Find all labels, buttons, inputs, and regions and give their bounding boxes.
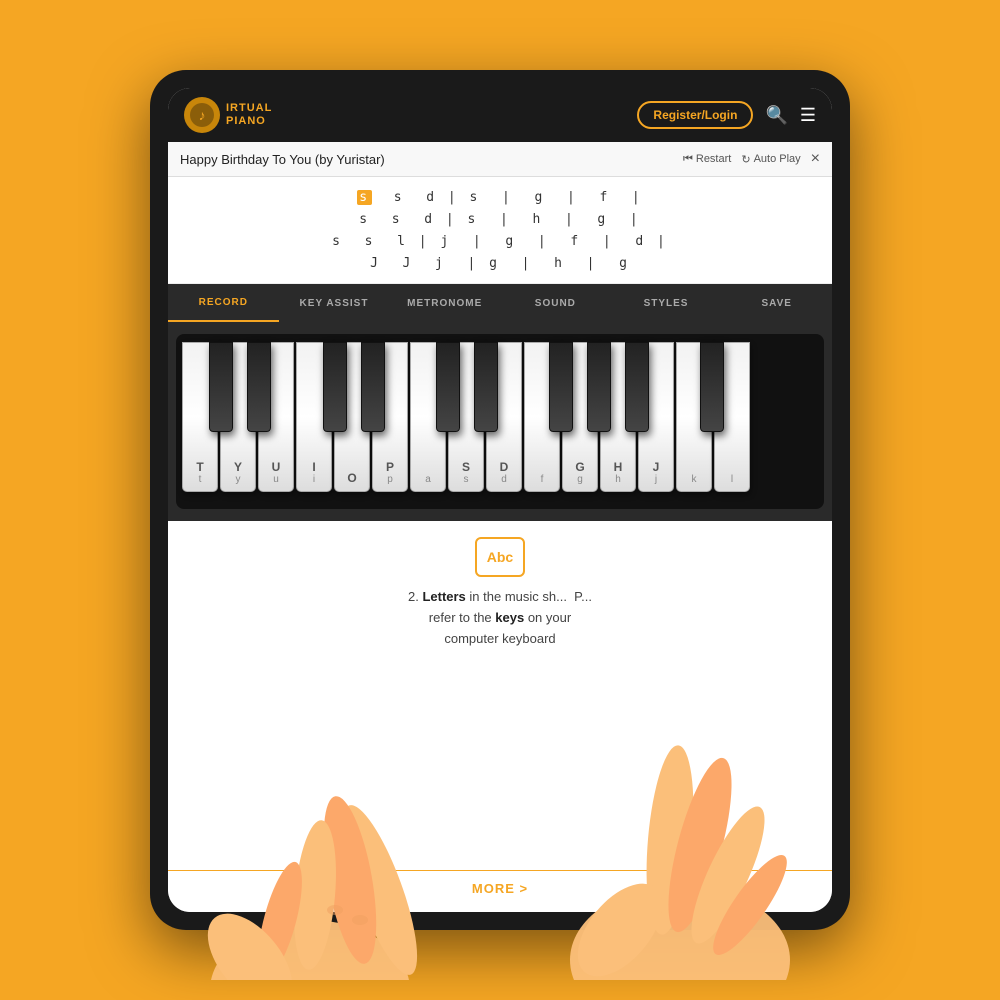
- register-login-button[interactable]: Register/Login: [637, 101, 753, 129]
- piano-key-T[interactable]: T t: [182, 342, 218, 492]
- piano-key-U[interactable]: U u: [258, 342, 294, 492]
- piano-key-G[interactable]: G g: [562, 342, 598, 492]
- header: ♪ IRTUAL PIANO Register/Login 🔍 ☰: [168, 88, 832, 142]
- piano-key-J[interactable]: J j: [638, 342, 674, 492]
- song-title: Happy Birthday To You (by Yuristar): [180, 152, 385, 167]
- piano-key-K[interactable]: k: [676, 342, 712, 492]
- sheet-area: s s d | s | g | f | s s d | s | h | g | …: [168, 177, 832, 284]
- piano-container: T t Y y U u I i: [168, 322, 832, 521]
- song-bar: Happy Birthday To You (by Yuristar) ⏮ Re…: [168, 142, 832, 177]
- sheet-line-3: s s l | j | g | f | d |: [168, 231, 832, 253]
- piano-key-D[interactable]: D d: [486, 342, 522, 492]
- piano-key-P[interactable]: P p: [372, 342, 408, 492]
- toolbar: RECORD KEY ASSIST METRONOME SOUND STYLES…: [168, 284, 832, 322]
- header-right: Register/Login 🔍 ☰: [637, 101, 816, 129]
- tablet: ♪ IRTUAL PIANO Register/Login 🔍 ☰ Happy …: [150, 70, 850, 930]
- logo-icon: ♪: [184, 97, 220, 133]
- bottom-info-area: Abc 2. Letters in the music sh... P... r…: [168, 521, 832, 912]
- piano-key-H[interactable]: H h: [600, 342, 636, 492]
- piano-keys: T t Y y U u I i: [180, 342, 820, 509]
- toolbar-sound[interactable]: SOUND: [500, 284, 611, 322]
- piano-key-I[interactable]: I i: [296, 342, 332, 492]
- sheet-line-1: s s d | s | g | f |: [168, 187, 832, 209]
- menu-icon[interactable]: ☰: [800, 105, 816, 126]
- song-controls: ⏮ Restart ↻ Auto Play ×: [683, 150, 820, 168]
- svg-text:♪: ♪: [199, 107, 206, 123]
- logo-area: ♪ IRTUAL PIANO: [184, 97, 272, 133]
- autoplay-button[interactable]: ↻ Auto Play: [741, 153, 800, 166]
- highlighted-note: s: [357, 190, 372, 205]
- more-link[interactable]: MORE >: [168, 870, 832, 896]
- close-button[interactable]: ×: [811, 150, 820, 168]
- piano-key-L[interactable]: l: [714, 342, 750, 492]
- piano-key-S[interactable]: S s: [448, 342, 484, 492]
- toolbar-record[interactable]: RECORD: [168, 284, 279, 322]
- info-text: 2. Letters in the music sh... P... refer…: [408, 587, 592, 649]
- restart-button[interactable]: ⏮ Restart: [683, 153, 731, 166]
- piano-key-A[interactable]: a: [410, 342, 446, 492]
- toolbar-metronome[interactable]: METRONOME: [389, 284, 500, 322]
- sheet-line-2: s s d | s | h | g |: [168, 209, 832, 231]
- tablet-screen: ♪ IRTUAL PIANO Register/Login 🔍 ☰ Happy …: [168, 88, 832, 912]
- piano-key-F[interactable]: f: [524, 342, 560, 492]
- toolbar-save[interactable]: SAVE: [721, 284, 832, 322]
- toolbar-key-assist[interactable]: KEY ASSIST: [279, 284, 390, 322]
- search-icon[interactable]: 🔍: [765, 105, 787, 126]
- piano-key-O[interactable]: O: [334, 342, 370, 492]
- logo-text: IRTUAL PIANO: [226, 102, 272, 128]
- piano-key-Y[interactable]: Y y: [220, 342, 256, 492]
- abc-icon: Abc: [475, 537, 525, 577]
- toolbar-styles[interactable]: STYLES: [611, 284, 722, 322]
- sheet-line-4: J J j | g | h | g: [168, 253, 832, 275]
